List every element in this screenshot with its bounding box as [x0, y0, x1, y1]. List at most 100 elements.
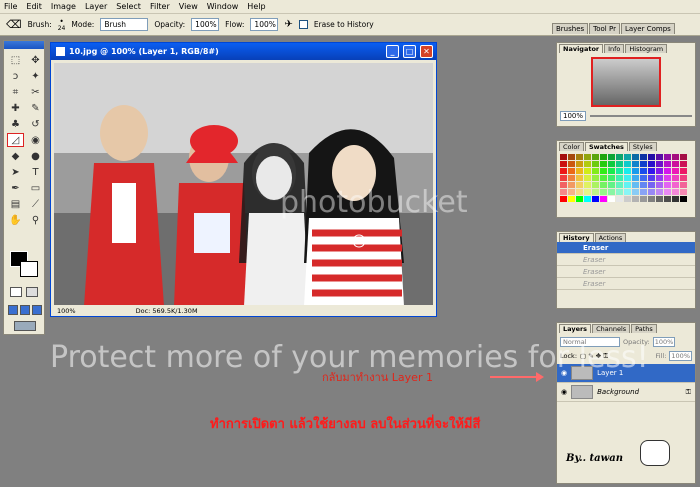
clone-stamp-icon[interactable]: ♣: [7, 117, 24, 131]
lasso-tool-icon[interactable]: ↄ: [7, 69, 24, 83]
swatch[interactable]: [608, 196, 615, 202]
swatch[interactable]: [600, 168, 607, 174]
swatch[interactable]: [632, 196, 639, 202]
history-item[interactable]: Eraser: [557, 266, 695, 278]
swatch[interactable]: [648, 196, 655, 202]
swatch[interactable]: [648, 189, 655, 195]
swatch[interactable]: [656, 175, 663, 181]
swatch[interactable]: [664, 168, 671, 174]
swatch[interactable]: [632, 154, 639, 160]
layer-opacity-input[interactable]: 100%: [652, 337, 676, 347]
swatch[interactable]: [680, 154, 687, 160]
swatch[interactable]: [656, 196, 663, 202]
tab-actions[interactable]: Actions: [594, 233, 627, 242]
notes-tool-icon[interactable]: ▤: [7, 197, 24, 211]
type-tool-icon[interactable]: T: [27, 165, 44, 179]
eraser-tool-icon[interactable]: ◿: [7, 133, 24, 147]
swatch[interactable]: [624, 189, 631, 195]
path-select-icon[interactable]: ➤: [7, 165, 24, 179]
swatch[interactable]: [600, 189, 607, 195]
tab-history[interactable]: History: [559, 233, 594, 242]
swatch[interactable]: [648, 154, 655, 160]
navigator-zoom[interactable]: 100%: [560, 111, 587, 121]
swatch[interactable]: [648, 182, 655, 188]
swatch[interactable]: [576, 168, 583, 174]
swatch[interactable]: [656, 182, 663, 188]
menu-edit[interactable]: Edit: [26, 2, 42, 11]
zoom-slider[interactable]: [590, 115, 692, 117]
swatch[interactable]: [568, 161, 575, 167]
swatch[interactable]: [576, 175, 583, 181]
swatch[interactable]: [608, 161, 615, 167]
swatch[interactable]: [672, 161, 679, 167]
menu-view[interactable]: View: [179, 2, 198, 11]
minimize-button[interactable]: _: [386, 45, 399, 58]
swatch[interactable]: [608, 182, 615, 188]
tab-paths[interactable]: Paths: [631, 324, 657, 333]
menu-window[interactable]: Window: [207, 2, 239, 11]
zoom-tool-icon[interactable]: ⚲: [27, 213, 44, 227]
swatch[interactable]: [568, 168, 575, 174]
swatch[interactable]: [608, 154, 615, 160]
imageready-icon[interactable]: [14, 321, 36, 331]
zoom-readout[interactable]: 100%: [57, 307, 76, 315]
hand-tool-icon[interactable]: ✋: [7, 213, 24, 227]
swatch[interactable]: [680, 182, 687, 188]
menu-file[interactable]: File: [4, 2, 17, 11]
swatch[interactable]: [608, 189, 615, 195]
swatch[interactable]: [656, 161, 663, 167]
swatch[interactable]: [616, 154, 623, 160]
eraser-tool-icon[interactable]: ⌫: [6, 18, 22, 31]
brush-preset-picker[interactable]: • 24: [58, 17, 66, 31]
swatch[interactable]: [592, 189, 599, 195]
swatch[interactable]: [576, 161, 583, 167]
magic-wand-icon[interactable]: ✦: [27, 69, 44, 83]
swatch[interactable]: [664, 182, 671, 188]
tab-tool-presets[interactable]: Tool Pr: [589, 23, 620, 34]
swatch[interactable]: [648, 161, 655, 167]
swatch[interactable]: [672, 168, 679, 174]
swatch[interactable]: [592, 154, 599, 160]
swatch[interactable]: [624, 168, 631, 174]
tab-layer-comps[interactable]: Layer Comps: [620, 23, 675, 34]
swatch[interactable]: [640, 175, 647, 181]
swatch[interactable]: [664, 154, 671, 160]
swatch[interactable]: [672, 182, 679, 188]
swatch[interactable]: [656, 154, 663, 160]
tab-layers[interactable]: Layers: [559, 324, 592, 333]
swatch[interactable]: [576, 189, 583, 195]
background-color-swatch[interactable]: [20, 261, 38, 277]
swatch[interactable]: [576, 196, 583, 202]
swatch[interactable]: [600, 175, 607, 181]
swatch[interactable]: [664, 161, 671, 167]
tab-color[interactable]: Color: [559, 142, 584, 151]
tab-channels[interactable]: Channels: [592, 324, 631, 333]
swatch[interactable]: [632, 161, 639, 167]
swatch[interactable]: [584, 189, 591, 195]
eye-icon[interactable]: ◉: [561, 388, 567, 396]
swatch[interactable]: [640, 154, 647, 160]
swatch[interactable]: [624, 154, 631, 160]
swatch[interactable]: [568, 175, 575, 181]
swatch[interactable]: [592, 168, 599, 174]
menu-layer[interactable]: Layer: [85, 2, 107, 11]
blur-tool-icon[interactable]: ◆: [7, 149, 24, 163]
swatch[interactable]: [680, 161, 687, 167]
swatch[interactable]: [592, 161, 599, 167]
swatch[interactable]: [664, 175, 671, 181]
history-brush-icon[interactable]: ↺: [27, 117, 44, 131]
menu-filter[interactable]: Filter: [150, 2, 170, 11]
paint-bucket-icon[interactable]: ◉: [27, 133, 44, 147]
history-item[interactable]: Eraser: [557, 242, 695, 254]
crop-tool-icon[interactable]: ⌗: [7, 85, 24, 99]
tab-info[interactable]: Info: [604, 44, 625, 53]
history-item[interactable]: Eraser: [557, 254, 695, 266]
swatch[interactable]: [600, 154, 607, 160]
swatch[interactable]: [576, 154, 583, 160]
swatch[interactable]: [632, 168, 639, 174]
swatch[interactable]: [560, 175, 567, 181]
swatch[interactable]: [616, 168, 623, 174]
swatch[interactable]: [616, 196, 623, 202]
swatch[interactable]: [592, 196, 599, 202]
flow-input[interactable]: 100%: [250, 18, 279, 31]
